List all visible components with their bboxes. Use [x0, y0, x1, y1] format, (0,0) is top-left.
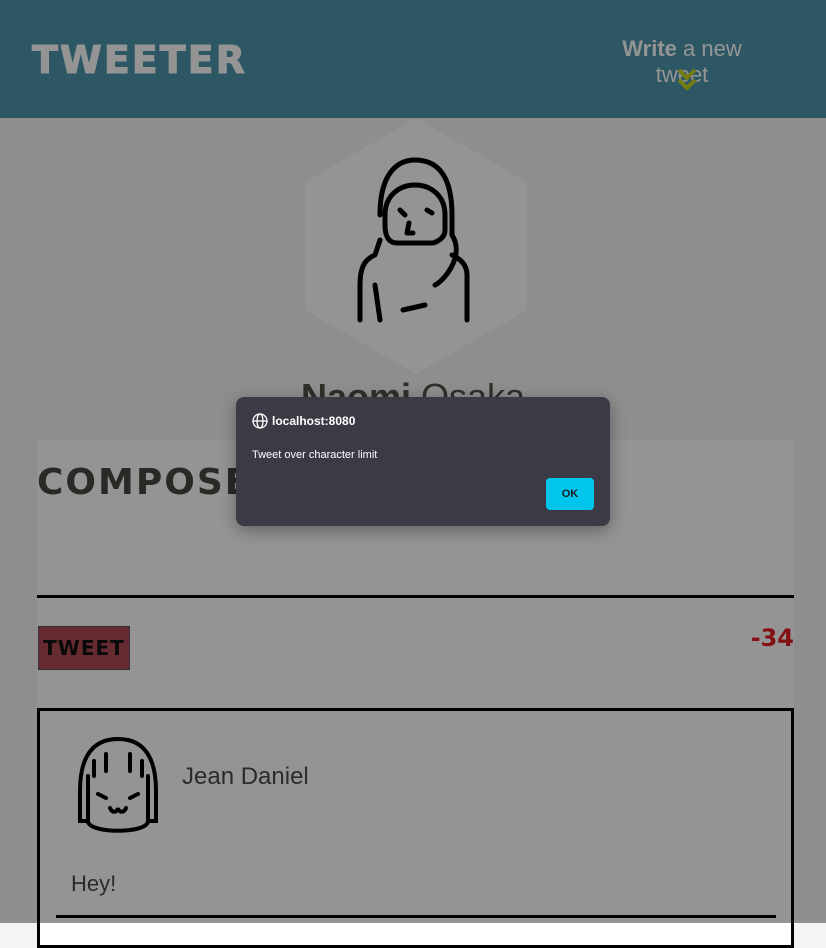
dialog-origin: localhost:8080 — [252, 413, 355, 429]
dialog-message: Tweet over character limit — [252, 449, 378, 461]
dialog-origin-text: localhost:8080 — [272, 414, 356, 428]
alert-dialog: localhost:8080 Tweet over character limi… — [236, 397, 610, 526]
globe-icon — [252, 413, 268, 429]
ok-button[interactable]: OK — [546, 478, 594, 510]
